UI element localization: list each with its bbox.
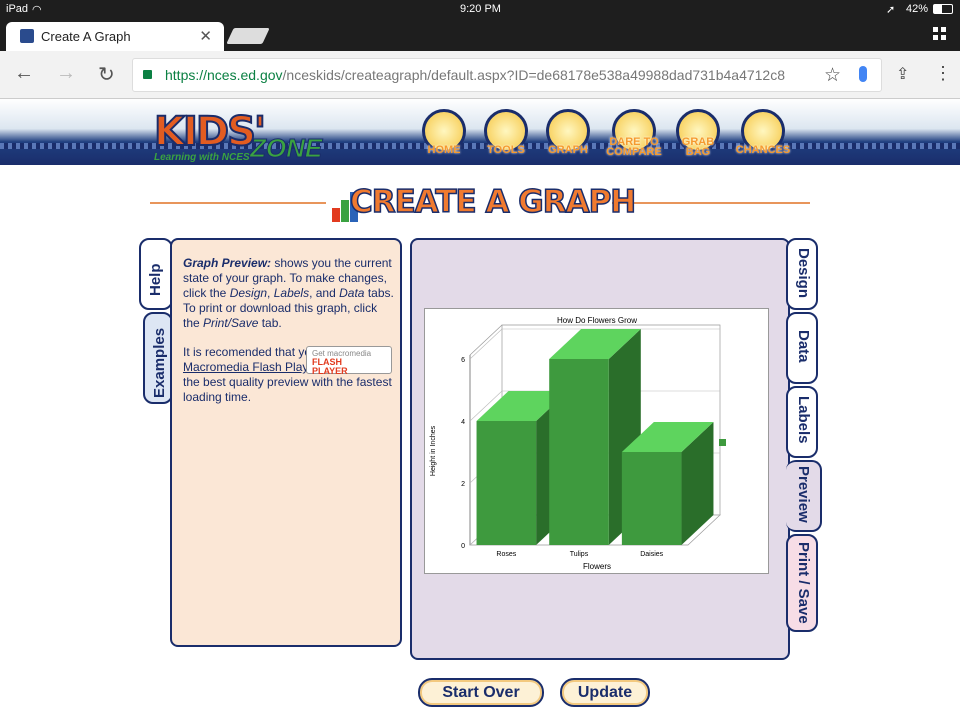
tab-data[interactable]: Data [786, 312, 818, 384]
bar [476, 421, 537, 545]
share-icon[interactable]: ⇪ [896, 64, 909, 84]
reload-icon[interactable]: ↻ [98, 62, 115, 87]
nav-grab-bag[interactable]: GRAB BAG [668, 109, 728, 165]
nav-label: GRAB BAG [681, 136, 715, 158]
wifi-icon: ◠ [32, 4, 42, 16]
tab-data-label: Data [795, 330, 812, 363]
plot-area: 0 2 4 6 Roses Tulips Daisies [461, 324, 726, 558]
legend-swatch [719, 439, 726, 446]
help-heading: Graph Preview: [183, 256, 272, 270]
nav-chances[interactable]: CHANCES [730, 109, 796, 165]
tab-preview-label: Preview [795, 466, 812, 523]
heading-rule-right [612, 202, 810, 204]
help-panel: Graph Preview: shows you the current sta… [170, 238, 402, 647]
lock-icon [143, 70, 152, 79]
y-tick-label: 6 [461, 357, 465, 364]
tab-labels-label: Labels [795, 396, 812, 444]
help-print-ref: Print/Save [203, 316, 259, 330]
x-tick-label: Daisies [640, 551, 663, 558]
kids-zone-logo[interactable]: KIDS' ZONE Learning with NCES [150, 107, 340, 165]
bar-chart: How Do Flowers Grow Flowers Height in In… [430, 316, 726, 571]
nav-tools[interactable]: TOOLS [476, 109, 536, 165]
x-axis-label: Flowers [583, 562, 611, 571]
tab-switcher-icon[interactable] [933, 27, 946, 40]
help-data-ref: Data [339, 286, 365, 300]
favicon-icon [20, 29, 34, 43]
logo-subtitle: Learning with NCES [154, 152, 250, 163]
tab-design[interactable]: Design [786, 238, 818, 310]
battery-icon [933, 4, 953, 14]
url-text: https://nces.ed.gov/nceskids/createagrap… [165, 67, 785, 83]
x-tick-label: Roses [496, 551, 516, 558]
location-icon: ➚ [886, 4, 896, 16]
page-heading: CREATE A GRAPH [150, 180, 810, 224]
start-over-button[interactable]: Start Over [418, 678, 544, 707]
flash-player-link[interactable]: Macromedia Flash Player [183, 360, 319, 374]
back-arrow-icon[interactable]: ← [14, 62, 34, 85]
nav-graph[interactable]: GRAPH [538, 109, 598, 165]
heading-rule-left [150, 202, 326, 204]
browser-toolbar: ← → ↻ https://nces.ed.gov/nceskids/creat… [0, 51, 960, 99]
nav-label: HOME [427, 144, 461, 156]
nav-label: CHANCES [735, 144, 791, 156]
tab-help[interactable]: Help [139, 238, 173, 310]
close-tab-icon[interactable]: ✕ [199, 27, 212, 45]
tab-print-save-label: Print / Save [795, 542, 812, 624]
help-labels-ref: Labels [273, 286, 310, 300]
tab-help-label: Help [147, 263, 164, 296]
page-title: CREATE A GRAPH [349, 183, 637, 221]
logo-zone: ZONE [249, 133, 323, 164]
browser-tab[interactable]: Create A Graph ✕ [6, 22, 224, 51]
address-bar[interactable]: https://nces.ed.gov/nceskids/createagrap… [132, 58, 882, 92]
site-banner: KIDS' ZONE Learning with NCES HOME TOOLS… [0, 99, 960, 165]
tab-print-save[interactable]: Print / Save [786, 534, 818, 632]
update-button[interactable]: Update [560, 678, 650, 707]
flash-badge[interactable]: Get macromedia FLASH PLAYER [306, 346, 392, 376]
tab-examples[interactable]: Examples [143, 312, 173, 404]
y-tick-label: 2 [461, 481, 465, 488]
tab-examples-label: Examples [151, 327, 168, 398]
y-tick-label: 0 [461, 543, 465, 550]
graph-preview: How Do Flowers Grow Flowers Height in In… [424, 308, 769, 574]
x-tick-label: Tulips [570, 551, 589, 558]
device-label: iPad [6, 3, 29, 15]
side-edge [469, 324, 503, 356]
bookmark-star-icon[interactable]: ☆ [824, 64, 841, 87]
tab-design-label: Design [795, 248, 812, 299]
help-text: tab. [258, 316, 282, 330]
help-text: , and [309, 286, 340, 300]
status-bar: iPad ◠ 9:20 PM ➚ 42% [0, 0, 960, 18]
chart-title: How Do Flowers Grow [557, 316, 637, 325]
tab-title: Create A Graph [41, 29, 131, 44]
clock: 9:20 PM [460, 3, 501, 15]
new-tab-button[interactable] [226, 28, 270, 44]
nav-dare-to-compare[interactable]: DARE TO COMPARE [604, 109, 664, 165]
battery-percent: 42% [906, 3, 929, 15]
logo-kids: KIDS' [153, 108, 267, 156]
nav-home[interactable]: HOME [414, 109, 474, 165]
more-menu-icon[interactable]: ⋮ [934, 63, 952, 84]
microphone-icon[interactable] [859, 66, 867, 82]
y-tick-label: 4 [461, 419, 465, 426]
tab-bar: Create A Graph ✕ [0, 18, 960, 51]
forward-arrow-icon[interactable]: → [56, 62, 76, 85]
bar [621, 452, 682, 545]
flash-badge-line2: PLAYER [312, 366, 348, 376]
y-axis-label: Height in Inches [430, 425, 437, 476]
nav-label: GRAPH [548, 144, 588, 156]
nav-label: TOOLS [487, 144, 525, 156]
nav-label: DARE TO COMPARE [606, 136, 662, 158]
bar [549, 359, 609, 545]
help-design-ref: Design [229, 286, 268, 300]
tab-preview[interactable]: Preview [786, 460, 822, 532]
tab-labels[interactable]: Labels [786, 386, 818, 458]
url-host: https://nces.ed.gov [165, 67, 283, 83]
help-paragraph: Graph Preview: shows you the current sta… [183, 256, 395, 331]
url-path: /nceskids/createagraph/default.aspx?ID=d… [282, 67, 785, 83]
grid-line [469, 328, 503, 360]
help-text: , [267, 286, 274, 300]
